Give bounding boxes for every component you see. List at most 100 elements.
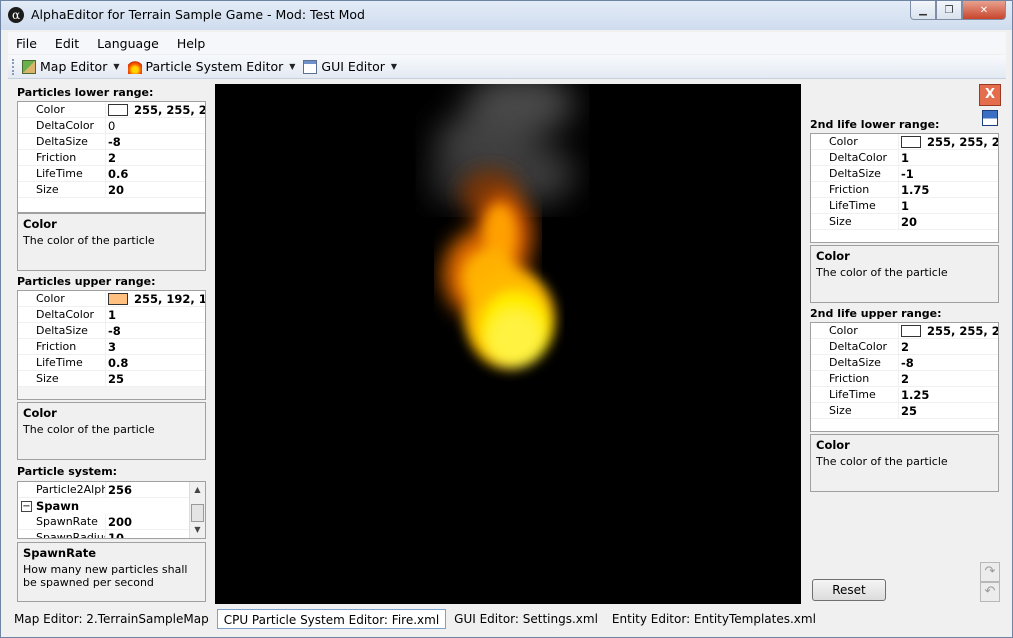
property-value[interactable]: 256 [106, 482, 189, 497]
menu-edit[interactable]: Edit [55, 36, 79, 51]
redo-icon[interactable]: ↷ [980, 562, 1000, 582]
reset-button[interactable]: Reset [812, 579, 886, 601]
toolbar-grip[interactable] [12, 58, 16, 75]
property-value[interactable]: 25 [899, 403, 998, 418]
property-value[interactable]: 0.6 [106, 166, 205, 181]
property-row[interactable]: DeltaSize -1 [811, 166, 998, 182]
property-value[interactable]: 25 [106, 371, 205, 386]
particle-system-editor-button[interactable]: Particle System Editor ▼ [127, 59, 295, 74]
property-value[interactable]: 255, 255, 25 [106, 102, 205, 117]
property-value[interactable]: 1.25 [899, 387, 998, 402]
lower-range-title: Particles lower range: [17, 86, 154, 99]
close-icon: ✕ [979, 4, 989, 16]
property-value[interactable]: 20 [106, 182, 205, 197]
property-value[interactable]: 2 [106, 150, 205, 165]
property-row[interactable]: Size 25 [811, 403, 998, 419]
gui-editor-button[interactable]: GUI Editor ▼ [303, 59, 397, 74]
color-swatch[interactable] [901, 135, 921, 148]
particle-preview-viewport[interactable] [215, 84, 801, 604]
property-row[interactable]: Friction 1.75 [811, 182, 998, 198]
title-bar[interactable]: α AlphaEditor for Terrain Sample Game - … [1, 1, 1012, 30]
property-value[interactable]: -1 [899, 166, 998, 181]
property-value[interactable]: 255, 255, 25 [899, 323, 998, 338]
save-icon[interactable] [982, 110, 998, 126]
help-title: Color [23, 406, 57, 420]
property-value[interactable]: -8 [899, 355, 998, 370]
scroll-up-icon[interactable]: ▲ [190, 482, 205, 498]
minimize-button[interactable]: ▁ [910, 1, 936, 20]
property-row[interactable]: LifeTime 1 [811, 198, 998, 214]
property-value[interactable]: 255, 255, 25 [899, 134, 998, 149]
color-swatch[interactable] [108, 103, 128, 116]
property-row[interactable]: Size 20 [18, 182, 205, 198]
property-row[interactable]: Friction 3 [18, 339, 205, 355]
property-value[interactable]: 1.75 [899, 182, 998, 197]
tab-entity-editor[interactable]: Entity Editor: EntityTemplates.xml [606, 609, 822, 629]
property-row[interactable]: SpawnRadius 10 [18, 530, 189, 539]
dropdown-arrow-icon[interactable]: ▼ [289, 62, 295, 71]
property-value[interactable]: 1 [106, 307, 205, 322]
vertical-scrollbar[interactable]: ▲ ▼ [189, 482, 205, 538]
property-row[interactable]: Size 20 [811, 214, 998, 230]
property-value[interactable]: 10 [106, 530, 189, 539]
color-swatch[interactable] [901, 324, 921, 337]
menu-help[interactable]: Help [177, 36, 206, 51]
tab-gui-editor[interactable]: GUI Editor: Settings.xml [448, 609, 604, 629]
property-row[interactable]: Size 25 [18, 371, 205, 387]
property-value[interactable]: 1 [899, 150, 998, 165]
property-row[interactable]: DeltaColor 0 [18, 118, 205, 134]
property-value[interactable]: 20 [899, 214, 998, 229]
dropdown-arrow-icon[interactable]: ▼ [113, 62, 119, 71]
property-row[interactable]: DeltaSize -8 [811, 355, 998, 371]
scroll-down-icon[interactable]: ▼ [190, 522, 205, 538]
menu-file[interactable]: File [16, 36, 37, 51]
close-panel-button[interactable]: X [979, 84, 1001, 106]
property-value[interactable]: 200 [106, 514, 189, 529]
property-row[interactable]: DeltaColor 1 [811, 150, 998, 166]
property-row[interactable]: DeltaColor 1 [18, 307, 205, 323]
property-value[interactable]: -8 [106, 323, 205, 338]
second-life-lower-help: Color The color of the particle [810, 245, 999, 303]
property-row[interactable]: LifeTime 1.25 [811, 387, 998, 403]
property-value[interactable]: 2 [899, 339, 998, 354]
property-row[interactable]: Friction 2 [811, 371, 998, 387]
property-row[interactable]: LifeTime 0.6 [18, 166, 205, 182]
property-row[interactable]: LifeTime 0.8 [18, 355, 205, 371]
property-row[interactable]: Color 255, 192, 12 [18, 291, 205, 307]
tab-particle-system-editor[interactable]: CPU Particle System Editor: Fire.xml [216, 609, 447, 629]
collapse-icon[interactable]: − [21, 500, 32, 512]
property-row[interactable]: Color 255, 255, 25 [811, 134, 998, 150]
dropdown-arrow-icon[interactable]: ▼ [391, 62, 397, 71]
property-row[interactable]: SpawnRate 200 [18, 514, 189, 530]
property-value[interactable]: 255, 192, 12 [106, 291, 205, 306]
scroll-thumb[interactable] [191, 504, 204, 522]
property-name: DeltaColor [18, 118, 106, 133]
property-value[interactable]: 2 [899, 371, 998, 386]
maximize-button[interactable]: ❐ [936, 1, 962, 20]
map-editor-button[interactable]: Map Editor ▼ [22, 59, 120, 74]
property-row[interactable]: DeltaSize -8 [18, 323, 205, 339]
property-value[interactable]: 3 [106, 339, 205, 354]
color-swatch[interactable] [108, 292, 128, 305]
category-label: Spawn [36, 499, 80, 513]
property-value[interactable]: 0 [106, 118, 205, 133]
property-row[interactable]: Color 255, 255, 25 [18, 102, 205, 118]
property-row[interactable]: DeltaSize -8 [18, 134, 205, 150]
property-name: Friction [811, 371, 899, 386]
property-row[interactable]: Color 255, 255, 25 [811, 323, 998, 339]
property-value[interactable]: 1 [899, 198, 998, 213]
menu-language[interactable]: Language [97, 36, 159, 51]
property-row[interactable]: Friction 2 [18, 150, 205, 166]
tab-map-editor[interactable]: Map Editor: 2.TerrainSampleMap [8, 609, 215, 629]
property-row[interactable]: DeltaColor 2 [811, 339, 998, 355]
property-name: DeltaSize [18, 323, 106, 338]
property-value[interactable]: 0.8 [106, 355, 205, 370]
property-row[interactable]: Particle2Alph 256 [18, 482, 189, 498]
category-row[interactable]: − Spawn [18, 498, 189, 514]
gui-icon [303, 59, 318, 74]
close-button[interactable]: ✕ [962, 1, 1006, 20]
property-value[interactable]: -8 [106, 134, 205, 149]
menu-bar: File Edit Language Help [8, 32, 1006, 54]
undo-icon[interactable]: ↶ [980, 582, 1000, 602]
property-name: DeltaSize [811, 166, 899, 181]
